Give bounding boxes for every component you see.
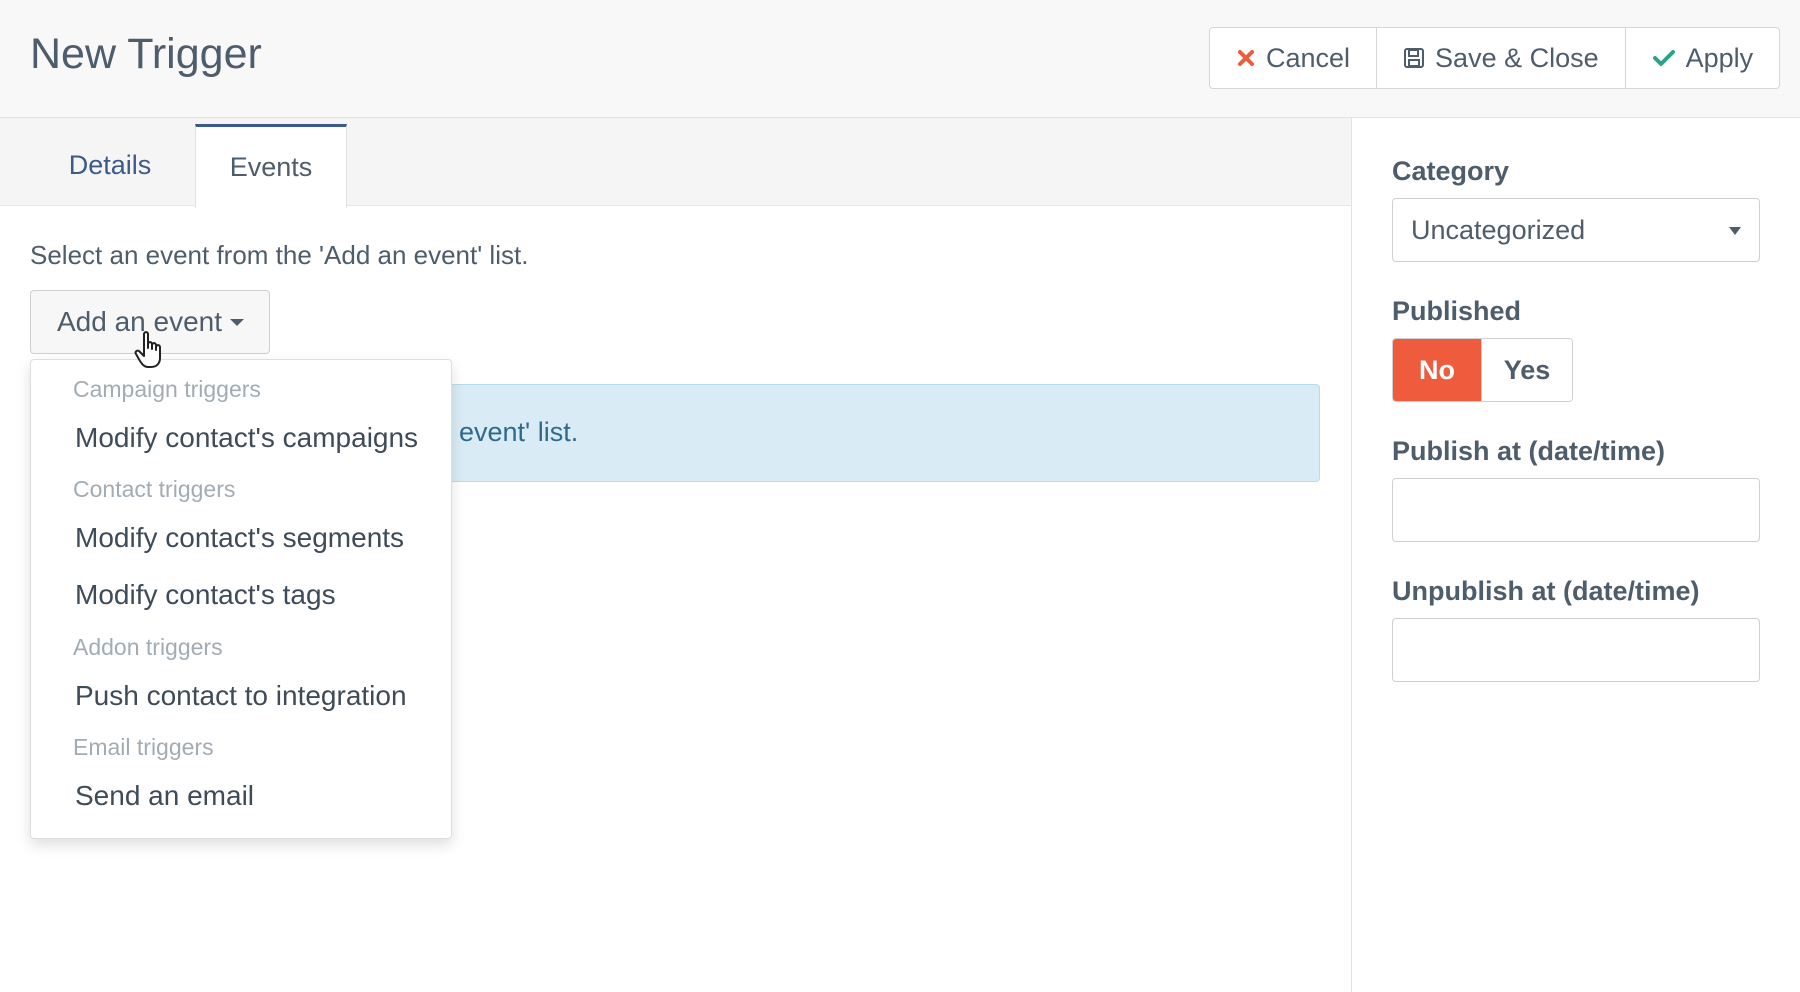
tab-events[interactable]: Events xyxy=(195,124,347,208)
cancel-button-label: Cancel xyxy=(1266,42,1351,73)
published-yes-button[interactable]: Yes xyxy=(1481,339,1572,401)
tab-strip: Details Events xyxy=(0,118,1351,208)
main-content: Details Events Select an event from the … xyxy=(0,118,1351,992)
cancel-button[interactable]: Cancel xyxy=(1210,28,1378,88)
header-button-group: Cancel Save & Close Apply xyxy=(1209,27,1781,89)
category-label: Category xyxy=(1392,156,1510,186)
category-select-value: Uncategorized xyxy=(1411,214,1586,245)
published-toggle: No Yes xyxy=(1392,338,1573,402)
category-select[interactable]: Uncategorized xyxy=(1392,198,1760,262)
page-title: New Trigger xyxy=(30,30,262,78)
save-close-button-label: Save & Close xyxy=(1435,42,1599,73)
properties-sidebar: Category Uncategorized Published No Yes … xyxy=(1351,118,1800,992)
dropdown-header-addon: Addon triggers xyxy=(73,634,223,660)
apply-button-label: Apply xyxy=(1685,42,1754,73)
hand-pointer-cursor-icon xyxy=(134,330,168,375)
check-icon xyxy=(1652,48,1676,68)
caret-down-icon xyxy=(230,318,245,326)
dropdown-item-modify-tags[interactable]: Modify contact's tags xyxy=(75,579,336,611)
dropdown-header-campaign: Campaign triggers xyxy=(73,376,261,402)
tab-details[interactable]: Details xyxy=(30,124,190,206)
publish-at-label: Publish at (date/time) xyxy=(1392,436,1666,466)
select-arrow-icon xyxy=(1729,227,1741,235)
published-no-button[interactable]: No xyxy=(1393,339,1481,401)
published-label: Published xyxy=(1392,296,1522,326)
add-event-dropdown-menu: Campaign triggers Modify contact's campa… xyxy=(30,359,452,839)
times-icon xyxy=(1236,48,1256,68)
unpublish-at-label: Unpublish at (date/time) xyxy=(1392,576,1700,606)
info-alert-text: event' list. xyxy=(459,417,579,447)
dropdown-header-contact: Contact triggers xyxy=(73,476,236,502)
dropdown-item-modify-segments[interactable]: Modify contact's segments xyxy=(75,522,404,554)
floppy-disk-icon xyxy=(1403,47,1425,69)
dropdown-item-push-integration[interactable]: Push contact to integration xyxy=(75,680,407,712)
page-header: New Trigger Cancel Save & Close Apply xyxy=(0,0,1800,118)
apply-button[interactable]: Apply xyxy=(1626,28,1780,88)
dropdown-header-email: Email triggers xyxy=(73,734,214,760)
events-instructions: Select an event from the 'Add an event' … xyxy=(30,240,529,270)
dropdown-item-modify-campaigns[interactable]: Modify contact's campaigns xyxy=(75,422,418,454)
publish-at-input[interactable] xyxy=(1392,478,1760,542)
dropdown-item-send-email[interactable]: Send an email xyxy=(75,780,254,812)
save-close-button[interactable]: Save & Close xyxy=(1377,28,1626,88)
unpublish-at-input[interactable] xyxy=(1392,618,1760,682)
